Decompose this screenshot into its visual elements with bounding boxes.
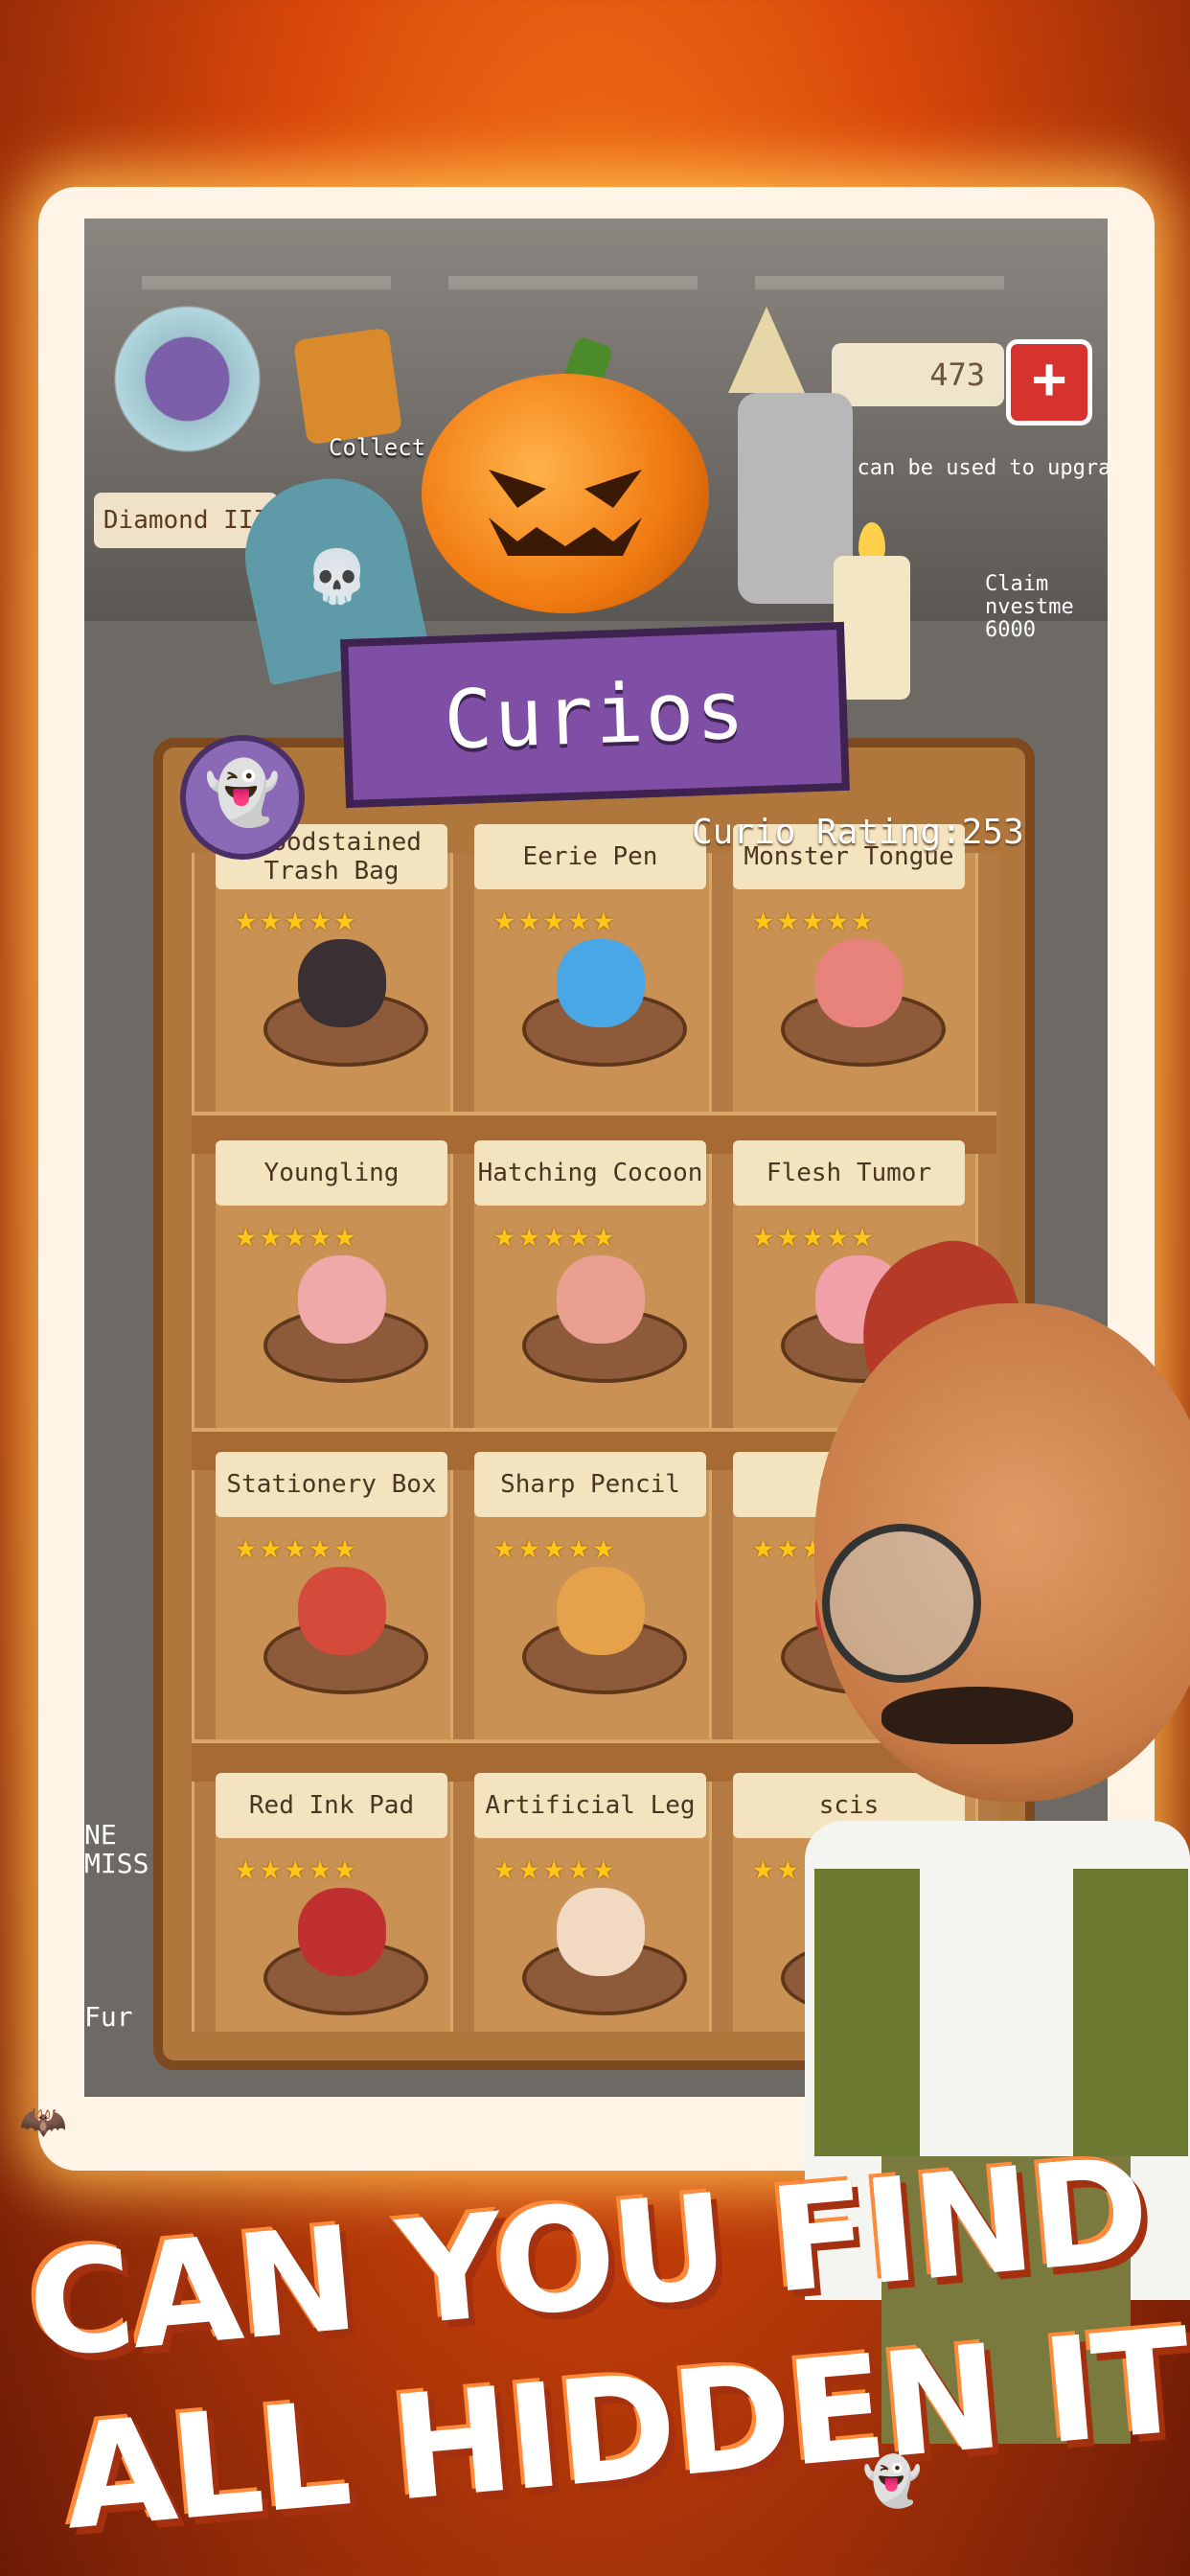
curio-name: Hatching Cocoon <box>474 1140 706 1206</box>
monocle-icon <box>822 1524 981 1683</box>
curio-name: Youngling <box>216 1140 447 1206</box>
curio-slot[interactable]: Sharp Pencil ★★★★★ <box>474 1452 725 1739</box>
ghost-icon: 👻 <box>862 2453 923 2509</box>
curio-slot[interactable]: Hatching Cocoon ★★★★★ <box>474 1140 725 1428</box>
curio-slot[interactable]: Artificial Leg ★★★★★ <box>474 1773 725 2060</box>
curio-item-icon <box>557 939 645 1027</box>
star-rating: ★★★★★ <box>235 897 359 939</box>
currency-counter: 473 <box>832 343 1004 406</box>
skull-icon: 💀 <box>305 546 370 607</box>
curio-item-icon <box>298 1888 386 1976</box>
curio-item-icon <box>557 1888 645 1976</box>
curio-rating: Curio Rating:253 <box>692 813 1024 852</box>
curio-slot[interactable]: Eerie Pen ★★★★★ <box>474 824 725 1112</box>
curio-name: Stationery Box <box>216 1452 447 1517</box>
star-rating: ★★★★★ <box>752 897 877 939</box>
curio-slot[interactable]: Bloodstained Trash Bag ★★★★★ <box>216 824 467 1112</box>
panel-title-banner: Curios <box>340 621 850 809</box>
curio-item-icon <box>298 1567 386 1655</box>
curio-item-icon <box>815 939 904 1027</box>
detective-vest <box>814 1869 920 2156</box>
star-rating: ★★★★★ <box>235 1525 359 1567</box>
star-rating: ★★★★★ <box>493 897 618 939</box>
side-menu-label[interactable]: Fur <box>84 2001 133 2033</box>
collect-book-icon[interactable] <box>292 327 403 446</box>
curio-slot[interactable]: Stationery Box ★★★★★ <box>216 1452 467 1739</box>
star-rating: ★★★★★ <box>493 1525 618 1567</box>
pumpkin-face <box>489 470 642 556</box>
curio-item-icon <box>298 939 386 1027</box>
ghost-icon[interactable]: 👻 <box>180 735 305 860</box>
curio-slot[interactable]: Youngling ★★★★★ <box>216 1140 467 1428</box>
upgrade-hint-text: s can be used to upgra <box>832 456 1108 480</box>
curio-item-icon <box>298 1255 386 1344</box>
curio-slot[interactable]: Red Ink Pad ★★★★★ <box>216 1773 467 2060</box>
star-rating: ★★★★★ <box>235 1213 359 1255</box>
new-mission-label[interactable]: NE MISS <box>84 1821 149 1878</box>
star-rating: ★★★★★ <box>235 1846 359 1888</box>
collect-label: Collect <box>329 434 426 461</box>
curio-name: Red Ink Pad <box>216 1773 447 1838</box>
claim-investment-label[interactable]: Claim nvestme 6000 <box>985 573 1074 642</box>
bat-icon: 🦇 <box>19 2100 67 2144</box>
witch-hat-decoration <box>728 307 805 393</box>
star-rating: ★★★★★ <box>752 1213 877 1255</box>
detective-vest <box>1073 1869 1188 2156</box>
curio-name: Sharp Pencil <box>474 1452 706 1517</box>
curio-item-icon <box>557 1567 645 1655</box>
curio-name: Eerie Pen <box>474 824 706 889</box>
curio-name: Artificial Leg <box>474 1773 706 1838</box>
add-currency-button[interactable]: + <box>1006 339 1092 426</box>
panel-title: Curios <box>442 662 748 768</box>
star-rating: ★★★★★ <box>493 1213 618 1255</box>
curio-slot[interactable]: Monster Tongue ★★★★★ <box>733 824 984 1112</box>
rank-badge-icon[interactable] <box>103 295 271 463</box>
star-rating: ★★★★★ <box>493 1846 618 1888</box>
mustache <box>881 1687 1073 1744</box>
curio-item-icon <box>557 1255 645 1344</box>
curio-name: Flesh Tumor <box>733 1140 965 1206</box>
